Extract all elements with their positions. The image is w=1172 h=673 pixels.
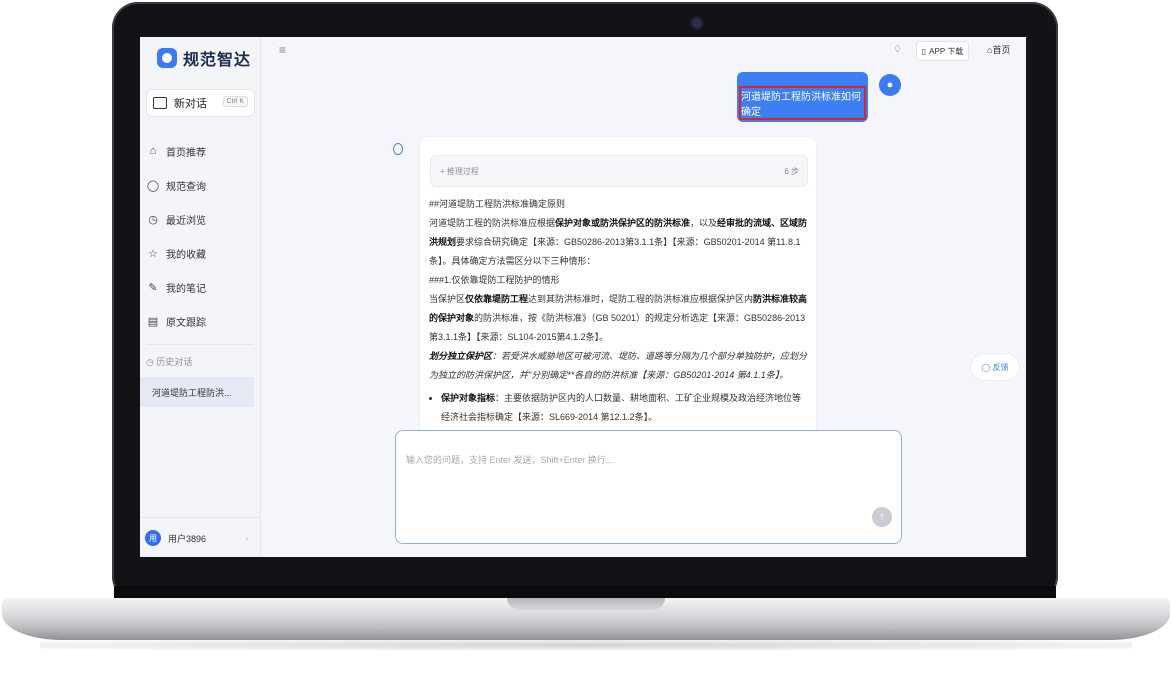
shortcut-badge: Ctrl K	[222, 96, 248, 107]
top-bar: ≡ ♢ ▯ APP 下载 ⌂首页	[261, 37, 1026, 67]
camera-icon	[692, 18, 702, 28]
send-button[interactable]: ↑	[872, 507, 892, 527]
sidebar-item-label: 我的笔记	[166, 283, 206, 295]
answer-text: ，以及	[690, 218, 718, 228]
sidebar-item-label: 规范查询	[166, 181, 206, 193]
clock-icon: ◷	[148, 213, 158, 226]
sidebar-item-recent[interactable]: ◷ 最近浏览	[146, 202, 254, 236]
laptop-notch	[507, 598, 665, 610]
search-icon: ◯	[146, 179, 160, 192]
sidebar: 规范智达 新对话 Ctrl K ⌂ 首页推荐 ◯ 规范查询 ◷ 最近浏览 ☆ 我…	[140, 37, 261, 557]
sidebar-item-home[interactable]: ⌂ 首页推荐	[146, 134, 254, 168]
answer-bold: 保护对象或防洪保护区的防洪标准	[555, 218, 691, 228]
plus-icon: +	[440, 167, 447, 176]
answer-bold: 仅依靠堤防工程	[465, 294, 529, 304]
answer-list: 保护对象指标：主要依据防护区内的人口数量、耕地面积、工矿企业规模及政治经济地位等…	[429, 389, 809, 427]
new-chat-button[interactable]: 新对话 Ctrl K	[146, 89, 255, 117]
star-icon: ☆	[148, 247, 158, 260]
bell-icon[interactable]: ♢	[893, 44, 902, 55]
answer-paragraph: 划分独立保护区：若受洪水威胁地区可被河流、堤防、道路等分隔为几个部分单独防护，应…	[429, 347, 809, 385]
app-download-button[interactable]: ▯ APP 下载	[916, 41, 969, 61]
clock-icon: ◷	[146, 357, 154, 367]
new-chat-label: 新对话	[174, 98, 207, 110]
answer-text: 达到其防洪标准时，堤防工程的防洪标准应根据保护区内	[528, 294, 754, 304]
sidebar-item-label: 首页推荐	[166, 147, 206, 159]
answer-text: 要求综合研究确定【来源：GB50286-2013第3.1.1条】【来源：GB50…	[429, 237, 801, 266]
list-item: 保护对象指标：主要依据防护区内的人口数量、耕地面积、工矿企业规模及政治经济地位等…	[441, 389, 809, 427]
phone-icon: ▯	[921, 46, 927, 56]
reasoning-steps: 6 步	[784, 167, 799, 176]
avatar: 用	[145, 530, 161, 546]
sidebar-item-label: 我的收藏	[166, 249, 206, 261]
answer-bold: 划分独立保护区	[429, 351, 493, 361]
assistant-message: + 推理过程 6 步 ##河道堤防工程防洪标准确定原则 河道堤防工程的防洪标准应…	[420, 137, 816, 437]
home-label: 首页	[992, 45, 1011, 55]
history-label-text: 历史对话	[156, 357, 193, 367]
chat-bubble-icon	[153, 97, 167, 109]
document-icon: ▤	[147, 315, 159, 328]
logo-icon	[157, 48, 177, 68]
answer-body: ##河道堤防工程防洪标准确定原则 河道堤防工程的防洪标准应根据保护对象或防洪保护…	[429, 195, 809, 427]
chevron-right-icon: ›	[245, 533, 248, 543]
brand-logo[interactable]: 规范智达	[157, 46, 251, 70]
chat-icon: ◯	[981, 362, 993, 372]
feedback-button[interactable]: ◯ 反馈	[971, 354, 1019, 380]
user-avatar-icon: ●	[879, 74, 901, 96]
user-profile[interactable]: 用 用户3896 ›	[140, 517, 260, 557]
brand-name: 规范智达	[183, 52, 252, 69]
sidebar-divider	[146, 344, 254, 345]
assistant-icon	[393, 143, 403, 155]
user-message-text: 河道堤防工程防洪标准如何确定	[739, 86, 866, 120]
answer-paragraph: 当保护区仅依靠堤防工程达到其防洪标准时，堤防工程的防洪标准应根据保护区内防洪标准…	[429, 290, 809, 347]
home-link[interactable]: ⌂首页	[987, 43, 1010, 56]
answer-text: 当保护区	[429, 294, 466, 304]
answer-bold: 保护对象指标	[441, 393, 496, 403]
user-name: 用户3896	[168, 533, 207, 544]
home-icon: ⌂	[149, 145, 157, 157]
menu-icon[interactable]: ≡	[279, 43, 286, 57]
note-icon: ✎	[148, 281, 158, 294]
chat-input[interactable]	[404, 451, 888, 515]
laptop-shadow	[40, 640, 1132, 650]
sidebar-item-favorites[interactable]: ☆ 我的收藏	[146, 236, 254, 270]
arrow-up-icon: ↑	[879, 511, 885, 523]
sidebar-item-search[interactable]: ◯ 规范查询	[146, 168, 254, 202]
chat-input-box: ↑	[395, 430, 902, 544]
answer-text: 河道堤防工程的防洪标准应根据	[429, 218, 556, 228]
app-screen: 规范智达 新对话 Ctrl K ⌂ 首页推荐 ◯ 规范查询 ◷ 最近浏览 ☆ 我…	[140, 37, 1026, 557]
app-download-label: APP 下载	[929, 46, 964, 56]
answer-paragraph: 河道堤防工程的防洪标准应根据保护对象或防洪保护区的防洪标准，以及经审批的流域、区…	[429, 214, 809, 271]
history-label: ◷ 历史对话	[146, 355, 192, 368]
sidebar-item-tracking[interactable]: ▤ 原文跟踪	[146, 304, 254, 338]
sidebar-item-label: 最近浏览	[166, 215, 206, 227]
user-message-bubble: 河道堤防工程防洪标准如何确定	[737, 72, 868, 122]
reasoning-toggle[interactable]: + 推理过程 6 步	[430, 155, 808, 187]
answer-text: ：主要依据防护区内的人口数量、耕地面积、工矿企业规模及政治经济地位等经济社会指标…	[441, 393, 802, 422]
history-item[interactable]: 河道堤防工程防洪...	[140, 377, 254, 407]
answer-text: 的防洪标准，按《防洪标准》（GB 50201）的规定分析选定【来源：GB5028…	[429, 313, 806, 342]
answer-heading: ##河道堤防工程防洪标准确定原则	[429, 199, 566, 209]
answer-subheading: ###1.仅依靠堤防工程防护的情形	[429, 275, 560, 285]
feedback-label: 反馈	[992, 362, 1009, 372]
sidebar-item-notes[interactable]: ✎ 我的笔记	[146, 270, 254, 304]
sidebar-item-label: 原文跟踪	[166, 317, 206, 329]
reasoning-label: 推理过程	[446, 167, 479, 176]
sidebar-nav: ⌂ 首页推荐 ◯ 规范查询 ◷ 最近浏览 ☆ 我的收藏 ✎ 我的笔记 ▤ 原文跟…	[146, 134, 254, 338]
